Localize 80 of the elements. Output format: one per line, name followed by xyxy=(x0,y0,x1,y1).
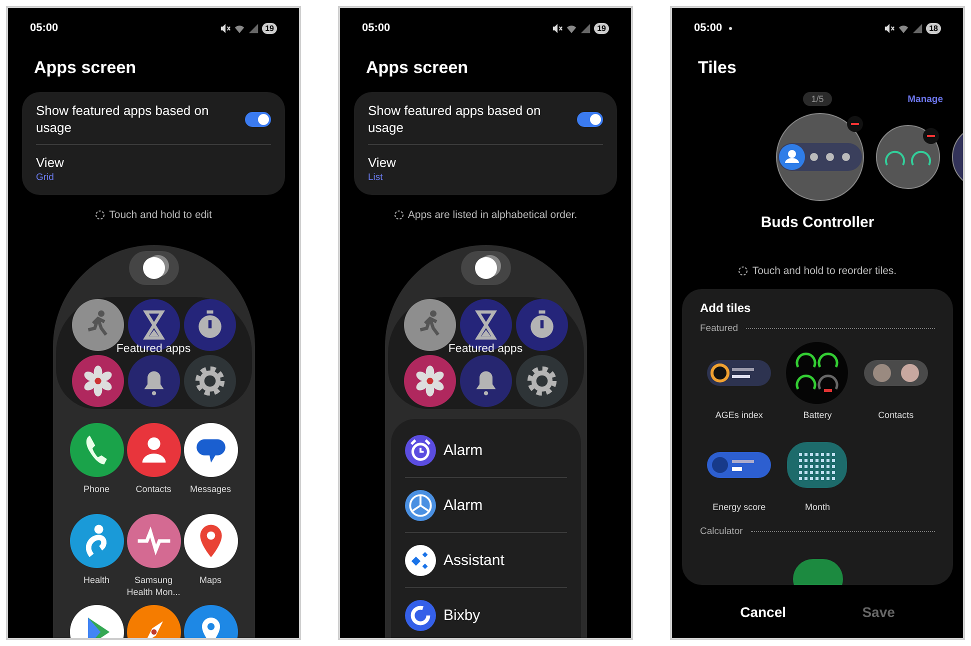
app-name[interactable]: Assistant xyxy=(444,552,504,568)
screen-title: Tiles xyxy=(698,58,738,78)
setting-value: List xyxy=(368,172,384,183)
wifi-icon xyxy=(898,22,910,34)
tile-preview[interactable] xyxy=(864,360,928,386)
dashed-circle-icon xyxy=(394,210,404,220)
toggle-knob-drawing xyxy=(128,251,178,285)
toggle-knob-drawing xyxy=(460,251,510,285)
mute-icon xyxy=(552,22,564,34)
tile-preview[interactable] xyxy=(707,360,772,386)
ring-icon[interactable] xyxy=(404,600,436,630)
setting-label[interactable]: View xyxy=(368,155,603,170)
panel-title: Add tiles xyxy=(700,301,752,315)
app-name: Health xyxy=(82,574,110,586)
status-time: 05:00 xyxy=(362,22,390,34)
signal-icon xyxy=(580,22,592,34)
battery-level: 18 xyxy=(926,22,941,34)
alarm-clock-icon[interactable] xyxy=(404,434,436,466)
page-indicator: 1/5 xyxy=(803,92,832,106)
tile-label: Contacts xyxy=(878,410,914,420)
gear-icon[interactable] xyxy=(516,355,568,407)
clock-icon[interactable] xyxy=(404,490,436,520)
wifi-icon xyxy=(566,22,578,34)
battery-level: 19 xyxy=(262,22,277,34)
app-name: Phone xyxy=(82,483,111,495)
tile-label: AGEs index xyxy=(715,410,763,420)
figure-icon[interactable] xyxy=(70,514,124,568)
battery-level: 19 xyxy=(594,22,609,34)
tile-label: Month xyxy=(804,502,830,512)
toggle-switch[interactable] xyxy=(245,112,271,126)
app-name[interactable]: Alarm xyxy=(444,496,483,514)
flower-icon[interactable] xyxy=(72,355,124,407)
signal-icon xyxy=(912,22,924,34)
dashed-circle-icon xyxy=(738,266,748,276)
featured-apps-label: Featured apps xyxy=(447,343,524,355)
person-icon[interactable] xyxy=(126,423,180,477)
setting-label: Show featured apps based on usage xyxy=(36,102,210,136)
dashed-circle-icon xyxy=(95,210,106,220)
mute-icon xyxy=(220,22,232,34)
gear-icon[interactable] xyxy=(184,355,236,407)
phone-handset-icon[interactable] xyxy=(70,423,124,477)
flower-icon[interactable] xyxy=(404,355,456,407)
section-label: Featured xyxy=(700,323,738,334)
hint-text: Apps are listed in alphabetical order. xyxy=(408,209,578,221)
status-time: 05:00 xyxy=(30,22,58,34)
featured-apps-label: Featured apps xyxy=(115,343,192,355)
screen-title: Apps screen xyxy=(366,58,470,78)
bell-icon[interactable] xyxy=(460,355,512,407)
toggle-switch[interactable] xyxy=(577,112,603,126)
tile-label: Energy score xyxy=(712,502,766,512)
footer-button[interactable]: Cancel xyxy=(732,600,794,624)
speech-bubble-icon[interactable] xyxy=(184,423,238,477)
tile-name: Buds Controller xyxy=(760,214,876,231)
manage-link[interactable]: Manage xyxy=(908,94,943,104)
screen-title: Apps screen xyxy=(34,58,138,78)
app-name[interactable]: Alarm xyxy=(444,442,483,458)
section-label: Calculator xyxy=(700,526,743,537)
status-time: 05:00 xyxy=(694,22,722,34)
setting-value: Grid xyxy=(36,172,55,183)
mute-icon xyxy=(884,22,896,34)
wifi-icon xyxy=(234,22,246,34)
map-pin-icon[interactable] xyxy=(184,514,238,568)
setting-label[interactable]: View xyxy=(36,155,271,170)
tile-label: Battery xyxy=(803,410,832,420)
app-name: Contacts xyxy=(134,483,172,495)
tile-preview[interactable] xyxy=(787,442,848,488)
app-name[interactable]: Bixby xyxy=(444,606,480,624)
signal-icon xyxy=(248,22,260,34)
diamonds-icon[interactable] xyxy=(404,544,436,576)
remove-icon[interactable] xyxy=(923,128,939,144)
hint-text: Touch and hold to edit xyxy=(109,209,212,221)
app-name: Maps xyxy=(198,574,222,586)
app-name: Messages xyxy=(188,483,232,495)
tile-preview[interactable] xyxy=(707,452,772,478)
bell-icon[interactable] xyxy=(128,355,180,407)
tile-preview[interactable] xyxy=(786,342,848,404)
remove-icon[interactable] xyxy=(847,116,863,132)
app-name: Samsung Health Mon... xyxy=(126,574,182,598)
hint-text: Touch and hold to reorder tiles. xyxy=(752,265,897,277)
setting-label: Show featured apps based on usage xyxy=(368,102,542,136)
